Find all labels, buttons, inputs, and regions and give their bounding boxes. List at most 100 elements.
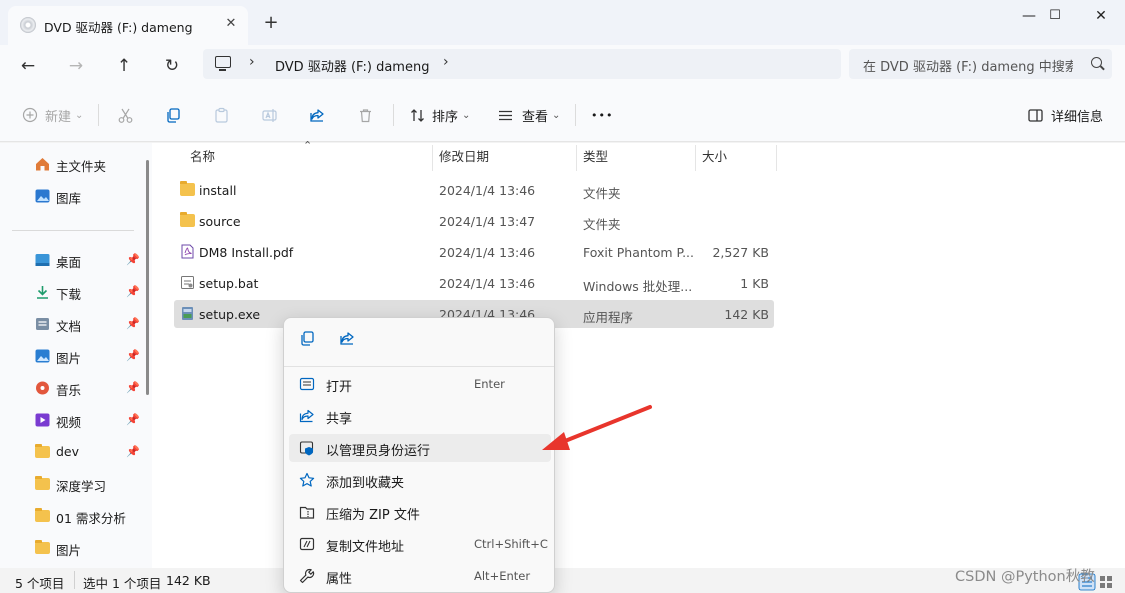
folder-icon [35, 444, 50, 458]
sidebar-item-label: 图片 [56, 351, 82, 366]
music-icon [36, 381, 49, 395]
selection-count: 选中 1 个项目 [83, 576, 162, 591]
pin-icon[interactable]: 📌 [126, 317, 140, 330]
file-type: Windows 批处理... [583, 279, 693, 294]
sidebar-item-desktop[interactable]: 桌面 📌 [0, 246, 150, 274]
new-tab-button[interactable]: + [260, 12, 282, 34]
menu-item-label: 添加到收藏夹 [326, 476, 405, 491]
run-as-admin-icon [299, 441, 314, 456]
sidebar-item-gallery[interactable]: 图库 [0, 182, 150, 210]
sidebar-item-label: 下载 [56, 287, 82, 302]
sidebar-item-label: 音乐 [56, 383, 82, 398]
column-header-modified[interactable]: 修改日期 [433, 145, 576, 173]
title-bar: DVD 驱动器 (F:) dameng ✕ + — ☐ ✕ [0, 0, 1125, 45]
column-type-label: 类型 [583, 149, 609, 164]
sidebar-item-videos[interactable]: 视频 📌 [0, 406, 150, 434]
new-button[interactable]: 新建 ⌄ [22, 88, 83, 142]
pin-icon[interactable]: 📌 [126, 445, 140, 458]
pin-icon[interactable]: 📌 [126, 253, 140, 266]
desktop-icon [35, 254, 50, 266]
sidebar-item-documents[interactable]: 文档 📌 [0, 310, 150, 338]
pin-icon[interactable]: 📌 [126, 413, 140, 426]
sort-label: 排序 [432, 109, 459, 125]
refresh-button[interactable]: ↻ [156, 50, 188, 82]
close-window-button[interactable]: ✕ [1078, 0, 1124, 32]
column-header-type[interactable]: 类型 [577, 145, 695, 173]
menu-item-open[interactable]: 打开 Enter [289, 370, 551, 398]
wrench-icon [299, 568, 315, 584]
breadcrumb-chevron-icon[interactable]: › [443, 54, 449, 70]
file-date: 2024/1/4 13:47 [439, 214, 536, 229]
file-name: source [199, 214, 241, 229]
copy-path-icon [299, 537, 315, 551]
column-header-size[interactable]: 大小 [696, 145, 776, 173]
sidebar-item-music[interactable]: 音乐 📌 [0, 374, 150, 402]
sidebar-item-pictures[interactable]: 图片 📌 [0, 342, 150, 370]
context-share-button[interactable] [334, 330, 360, 354]
dvd-drive-icon [20, 17, 36, 33]
view-button[interactable]: 查看 ⌄ [497, 88, 560, 142]
toolbar-divider [575, 104, 576, 126]
share-button[interactable] [309, 88, 326, 142]
table-row[interactable]: source 2024/1/4 13:47 文件夹 [174, 207, 774, 235]
sidebar-item-pictures-folder[interactable]: 图片 [0, 534, 150, 562]
status-divider [74, 571, 75, 589]
menu-item-shortcut: Enter [474, 377, 505, 391]
context-copy-button[interactable] [294, 330, 320, 354]
delete-button[interactable] [357, 88, 374, 142]
menu-item-run-as-admin[interactable]: 以管理员身份运行 [289, 434, 551, 462]
back-button[interactable]: ← [12, 50, 44, 82]
tab-close-button[interactable]: ✕ [221, 14, 241, 34]
menu-item-properties[interactable]: 属性 Alt+Enter [289, 562, 551, 590]
cut-button[interactable] [117, 88, 134, 142]
maximize-button[interactable]: ☐ [1032, 0, 1078, 32]
folder-icon [35, 508, 50, 522]
up-button[interactable]: ↑ [108, 50, 140, 82]
menu-item-add-favorites[interactable]: 添加到收藏夹 [289, 466, 551, 494]
sidebar-item-deep-learning[interactable]: 深度学习 [0, 470, 150, 498]
table-row[interactable]: setup.bat 2024/1/4 13:46 Windows 批处理... … [174, 269, 774, 297]
share-icon [310, 108, 324, 122]
menu-item-shortcut: Ctrl+Shift+C [474, 537, 548, 551]
copy-button[interactable] [165, 88, 182, 142]
tab-current[interactable]: DVD 驱动器 (F:) dameng ✕ [8, 6, 248, 45]
details-pane-button[interactable]: 详细信息 [1027, 88, 1103, 142]
pin-icon[interactable]: 📌 [126, 381, 140, 394]
pictures-icon [35, 349, 50, 363]
menu-item-compress-zip[interactable]: 压缩为 ZIP 文件 [289, 498, 551, 526]
paste-button[interactable] [213, 88, 230, 142]
menu-item-copy-path[interactable]: 复制文件地址 Ctrl+Shift+C [289, 530, 551, 558]
menu-item-label: 属性 [326, 572, 353, 587]
details-label: 详细信息 [1051, 109, 1104, 125]
column-name-label: 名称 [190, 149, 216, 164]
sidebar-item-requirements[interactable]: 01 需求分析 [0, 502, 150, 530]
address-bar[interactable]: › DVD 驱动器 (F:) dameng › [203, 49, 841, 79]
sidebar-divider [12, 230, 134, 231]
sidebar-item-dev[interactable]: dev 📌 [0, 438, 150, 466]
menu-divider [284, 366, 554, 367]
pin-icon[interactable]: 📌 [126, 349, 140, 362]
copy-icon [167, 107, 180, 123]
sidebar-item-downloads[interactable]: 下载 📌 [0, 278, 150, 306]
zip-icon [299, 506, 315, 519]
breadcrumb-separator-icon[interactable]: › [249, 54, 255, 70]
search-icon [1091, 57, 1102, 68]
sort-button[interactable]: 排序 ⌄ [409, 88, 470, 142]
watermark: CSDN @Python秋教 [955, 569, 1095, 585]
menu-item-share[interactable]: 共享 [289, 402, 551, 430]
breadcrumb-current[interactable]: DVD 驱动器 (F:) dameng [275, 56, 429, 75]
sidebar-scrollbar[interactable] [146, 160, 149, 395]
table-row[interactable]: install 2024/1/4 13:46 文件夹 [174, 176, 774, 204]
pin-icon[interactable]: 📌 [126, 285, 140, 298]
more-options-button[interactable]: ••• [591, 88, 613, 142]
this-pc-icon[interactable] [215, 56, 231, 71]
rename-button[interactable] [261, 88, 278, 142]
table-row[interactable]: DM8 Install.pdf 2024/1/4 13:46 Foxit Pha… [174, 238, 774, 266]
forward-button[interactable]: → [60, 50, 92, 82]
file-name: setup.exe [199, 307, 261, 322]
exe-file-icon [182, 307, 193, 320]
sidebar-item-home[interactable]: 主文件夹 [0, 150, 150, 178]
column-divider[interactable] [776, 145, 777, 171]
search-input[interactable]: 在 DVD 驱动器 (F:) dameng 中搜索 [849, 49, 1112, 79]
file-type: 应用程序 [583, 310, 634, 325]
